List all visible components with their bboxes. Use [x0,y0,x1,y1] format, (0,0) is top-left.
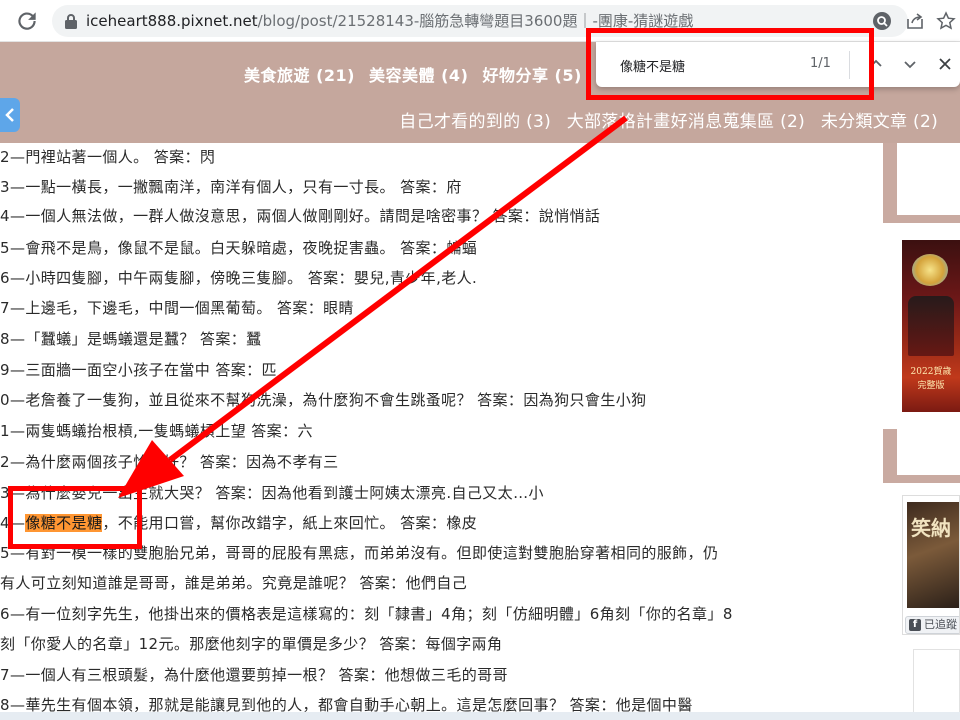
category-link-uncategorized[interactable]: 未分類文章 (2) [821,112,938,132]
annotation-box-findbar [586,28,874,100]
article-line: 6—小時四隻腳，中午兩隻腳，傍晚三隻腳。 答案：嬰兒,青少年,老人. [0,269,478,287]
article-line: 2—門裡站著一個人。 答案：閃 [0,148,216,166]
category-link-goods[interactable]: 好物分享 (5) [482,66,581,85]
article-line: 4—一個人無法做，一群人做沒意思，兩個人做剛剛好。請問是啥密事？ 答案：說悄悄話 [0,207,601,225]
sidebar-widget-3 [913,649,960,720]
fb-follow-label: 已追蹤 [924,618,957,631]
article-line: 3—一點一橫長，一撇飄南洋，南洋有個人，只有一寸長。 答案：府 [0,178,462,196]
chevron-left-icon [5,108,14,122]
article-line: 7—一個人有三根頭髮，為什麼他還要剪掉一根？ 答案：他想做三毛的哥哥 [0,666,508,684]
category-link-private[interactable]: 自己才看的到的 (3) [399,112,551,132]
poster-caption-sub: 完整版 [917,381,945,391]
back-tab[interactable] [0,98,20,132]
category-link-big-blog[interactable]: 大部落格計畫好消息蒐集區 (2) [567,112,805,132]
category-row-2: 自己才看的到的 (3) 大部落格計畫好消息蒐集區 (2) 未分類文章 (2) [389,107,938,132]
lens-icon[interactable] [872,11,892,31]
highlight-suffix: ，不能用口嘗，幫你改錯字，紙上來回忙。 答案：橡皮 [102,514,478,532]
heart-icon[interactable]: ♥ [945,443,960,467]
category-link-food-travel[interactable]: 美食旅遊 (21) [244,66,355,85]
article-line: 2—為什麼兩個孩子恰恰好？ 答案：因為不孝有三 [0,453,339,471]
article-line: 刻「你愛人的名章」12元。那麼他刻字的單價是多少？ 答案：每個字兩角 [0,635,503,653]
moon-emblem [912,254,948,286]
heart-icon[interactable]: ♥ [953,157,960,181]
poster-caption: 2022賀歲 [910,367,952,377]
article-line: 0—老詹養了一隻狗，並且從來不幫狗洗澡，為什麼狗不會生跳蚤呢？ 答案：因為狗只會… [0,391,647,409]
lock-icon[interactable] [64,13,78,29]
share-icon[interactable] [905,11,925,31]
sidebar-card [897,143,960,215]
article-line: 1—兩隻螞蟻抬根槓,一隻螞蟻槓上望 答案：六 [0,422,313,440]
fb-thumb-title: 笑納 [911,516,951,540]
fb-follow-button[interactable]: f 已追蹤 [905,616,959,634]
article-line: 7—上邊毛，下邊毛，中間一個黑葡萄。 答案：眼睛 [0,299,354,317]
sidebar-poster-image[interactable]: 2022賀歲 完整版 [902,240,960,412]
sidebar: ♥ 2022賀歲 完整版 ♥ 笑納 f已追蹤 [880,143,960,720]
article-line: 有人可立刻知道誰是哥哥，誰是弟弟。究竟是誰呢？ 答案：他們自己 [0,574,468,592]
facebook-icon: f [909,619,921,631]
article-body: 2—門裡站著一個人。 答案：閃 3—一點一橫長，一撇飄南洋，南洋有個人，只有一寸… [0,143,880,720]
category-bar-bottom: 自己才看的到的 (3) 大部落格計畫好消息蒐集區 (2) 未分類文章 (2) [0,97,960,143]
close-icon[interactable] [935,54,955,74]
chevron-down-icon[interactable] [900,54,920,74]
category-row-1: 美食旅遊 (21) 美容美體 (4) 好物分享 (5) [244,62,590,86]
category-link-beauty[interactable]: 美容美體 (4) [369,66,468,85]
poster-figures [908,296,954,356]
reload-icon[interactable] [14,8,40,34]
url-host: iceheart888.pixnet.net [86,12,258,30]
sidebar-widget-1: ♥ [883,143,960,223]
star-icon[interactable] [936,11,956,31]
article-line: 8—「蠶蟻」是螞蟻還是蠶？ 答案：蠶 [0,330,262,348]
fb-page-thumbnail[interactable]: 笑納 [907,502,959,608]
taskbar-edge [0,712,960,720]
annotation-box-match [8,486,142,549]
article-line: 9—三面牆一面空小孩子在當中 答案：匹 [0,361,277,379]
article-line: 6—有一位刻字先生，他掛出來的價格表是這樣寫的：刻「隸書」4角；刻「仿細明體」6… [0,605,733,623]
sidebar-widget-2: ♥ [883,429,960,483]
facebook-page-widget: 笑納 f 已追蹤 [902,495,960,635]
article-line: 5—會飛不是鳥，像鼠不是鼠。白天躲暗處，夜晚捉害蟲。 答案：蝙蝠 [0,239,478,257]
